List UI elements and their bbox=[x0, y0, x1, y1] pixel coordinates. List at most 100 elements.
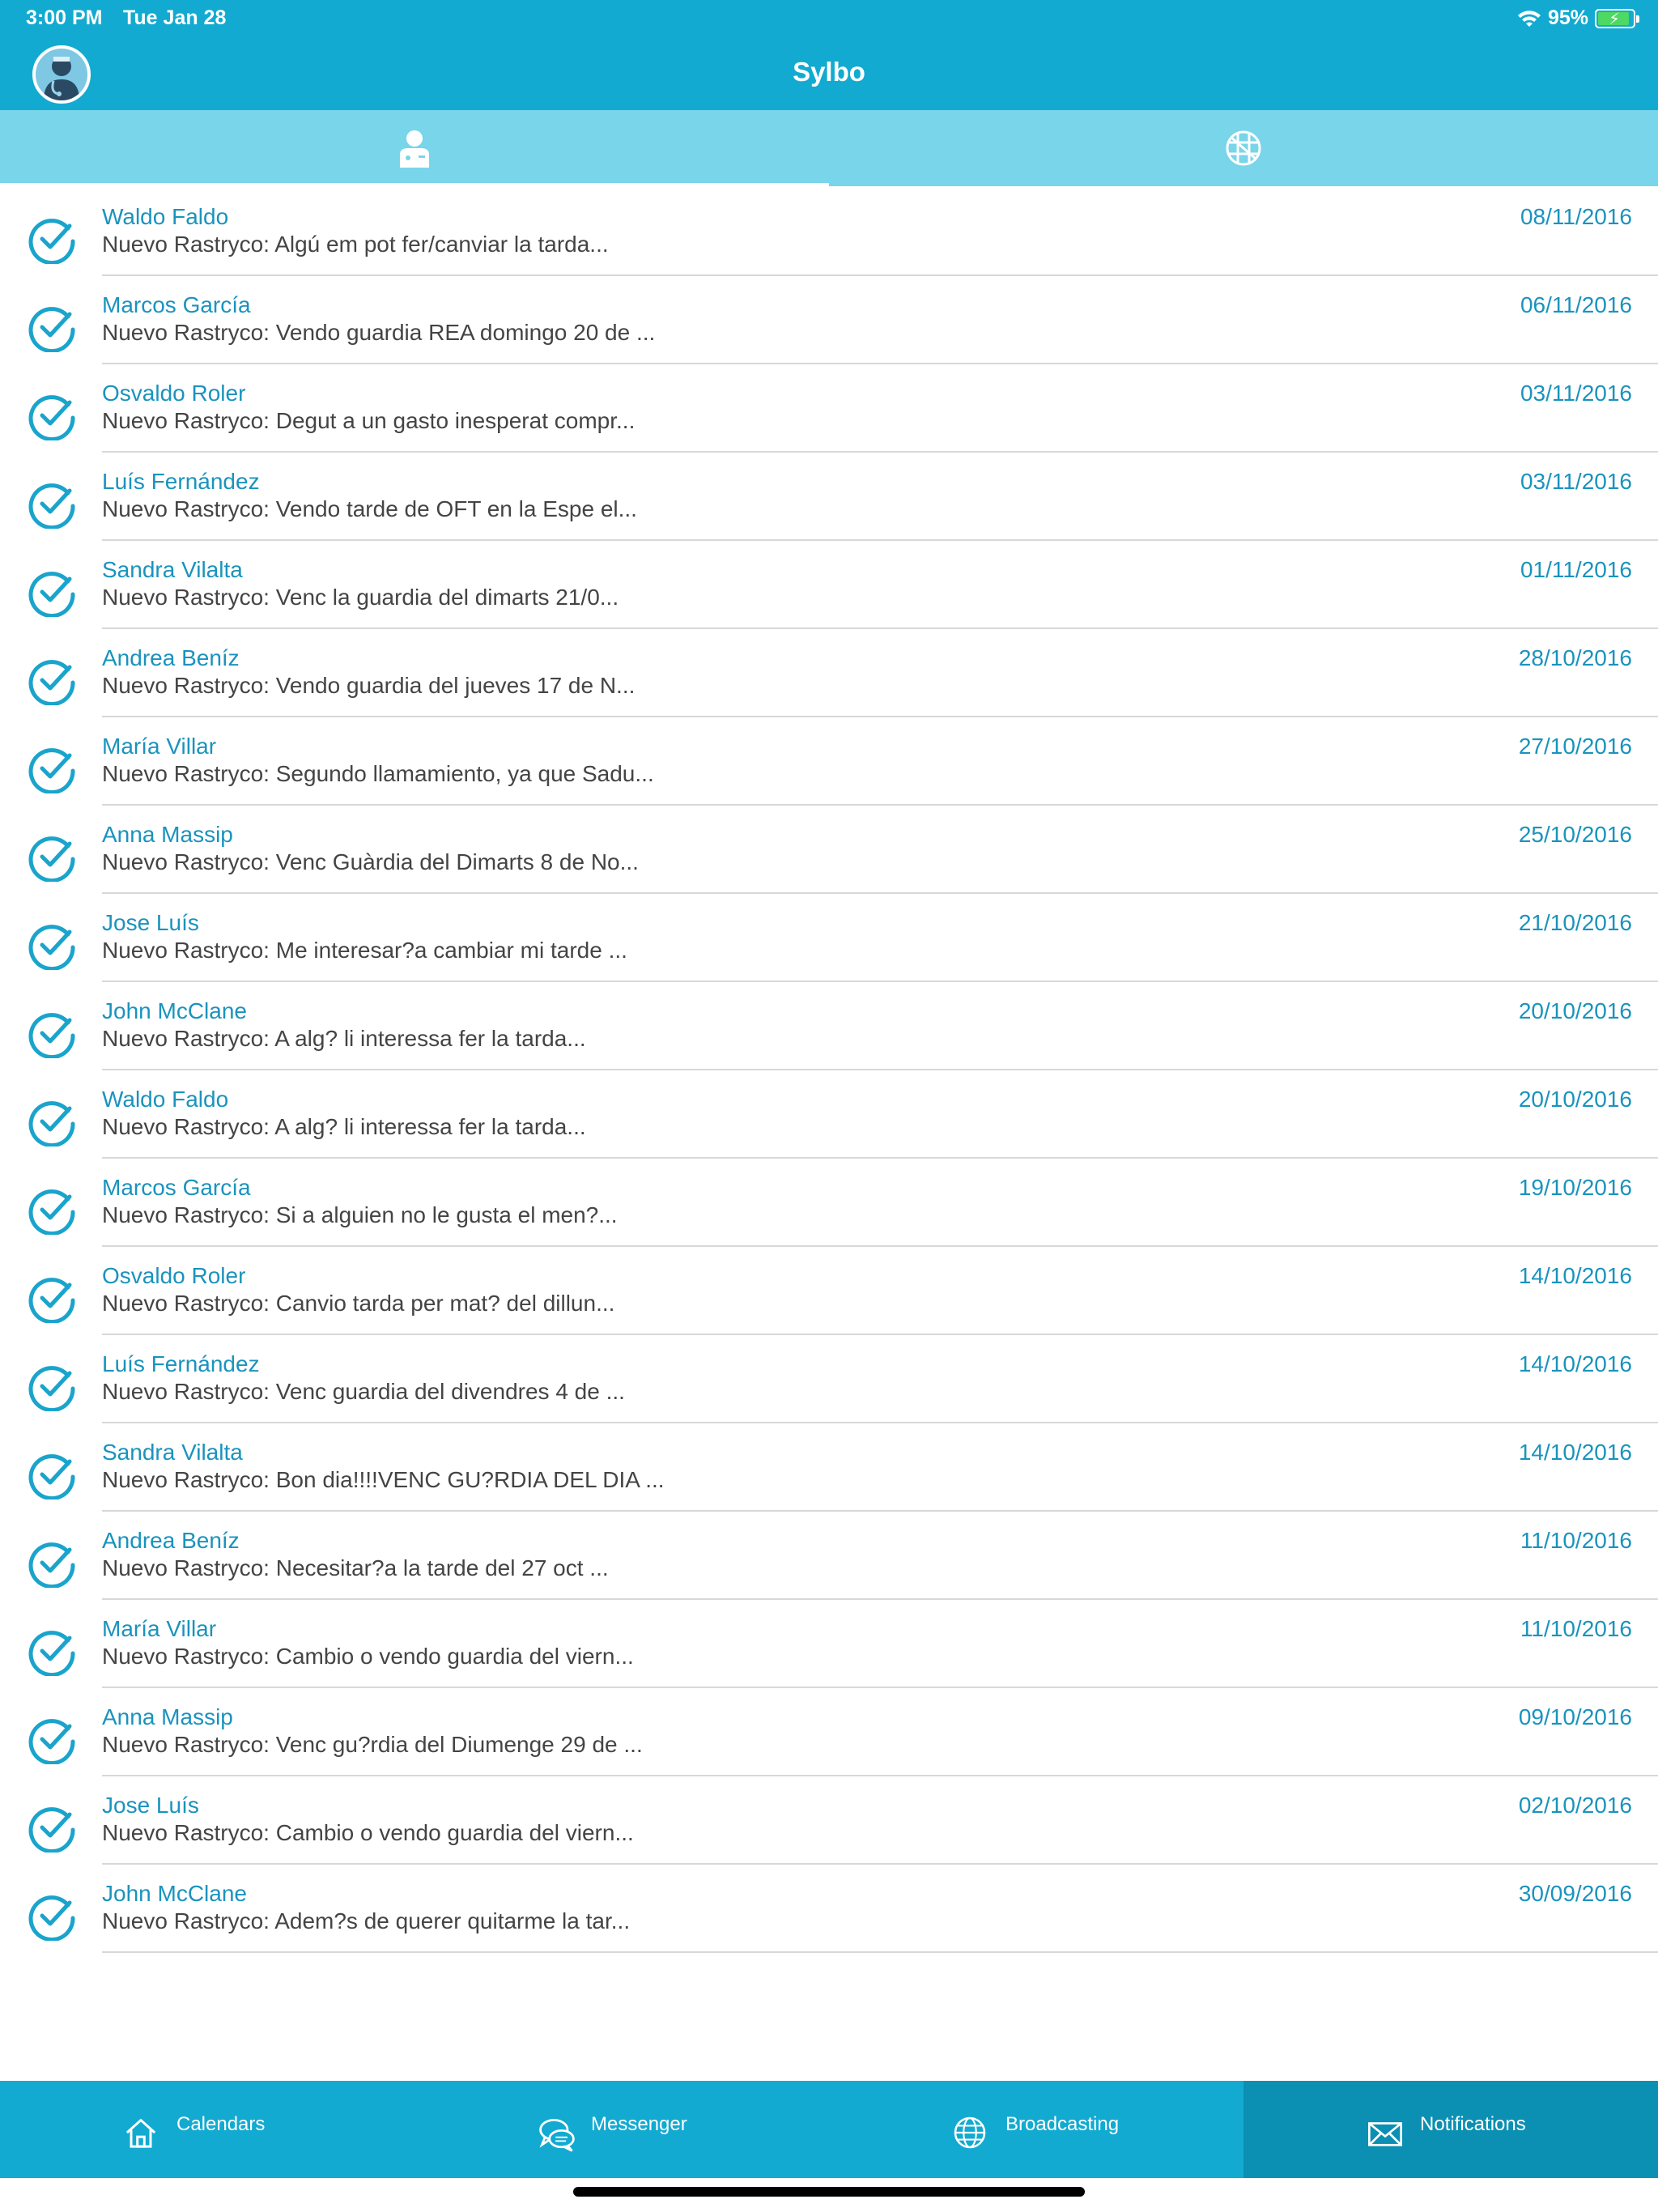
checkmark-icon bbox=[28, 1538, 78, 1589]
sender-name: Waldo Faldo bbox=[102, 204, 229, 229]
checkmark-icon bbox=[28, 1361, 78, 1413]
checkmark-icon bbox=[28, 479, 78, 530]
notification-date: 27/10/2016 bbox=[1518, 734, 1632, 759]
notification-row[interactable]: Jose Luís Nuevo Rastryco: Me interesar?a … bbox=[0, 894, 1658, 982]
notification-row[interactable]: Andrea Beníz Nuevo Rastryco: Necesitar?a … bbox=[0, 1512, 1658, 1600]
sender-name: Osvaldo Roler bbox=[102, 1263, 246, 1288]
notification-date: 08/11/2016 bbox=[1520, 204, 1632, 229]
checkmark-icon bbox=[28, 832, 78, 883]
globe-icon bbox=[950, 2113, 996, 2159]
notification-row[interactable]: María Villar Nuevo Rastryco: Segundo llam… bbox=[0, 717, 1658, 806]
notification-row[interactable]: Anna Massip Nuevo Rastryco: Venc Guàrdia … bbox=[0, 806, 1658, 894]
sender-name: Marcos García bbox=[102, 292, 251, 317]
notification-date: 30/09/2016 bbox=[1518, 1881, 1632, 1906]
message-preview: Nuevo Rastryco: Venc gu?rdia del Diumeng… bbox=[102, 1732, 643, 1757]
notification-date: 28/10/2016 bbox=[1518, 645, 1632, 670]
bottom-tab-messenger[interactable]: Messenger bbox=[414, 2081, 829, 2178]
notification-row[interactable]: Marcos García Nuevo Rastryco: Vendo guard… bbox=[0, 276, 1658, 364]
notification-date: 20/10/2016 bbox=[1518, 998, 1632, 1023]
notification-date: 25/10/2016 bbox=[1518, 822, 1632, 847]
battery-icon: ⚡ bbox=[1595, 8, 1639, 28]
bottom-tab-bar: Calendars Messenger Broadcasting Notificati… bbox=[0, 2081, 1658, 2178]
message-preview: Nuevo Rastryco: Si a alguien no le gusta… bbox=[102, 1202, 618, 1227]
checkmark-icon bbox=[28, 1802, 78, 1854]
notification-row[interactable]: Osvaldo Roler Nuevo Rastryco: Degut a un … bbox=[0, 364, 1658, 453]
sender-name: John McClane bbox=[102, 1881, 247, 1906]
sender-name: Jose Luís bbox=[102, 1793, 199, 1818]
checkmark-icon bbox=[28, 1626, 78, 1678]
chat-bubbles-icon bbox=[536, 2113, 581, 2159]
home-icon bbox=[121, 2113, 167, 2159]
sender-name: Andrea Beníz bbox=[102, 1528, 240, 1553]
segment-tabs bbox=[0, 110, 1658, 186]
sender-name: María Villar bbox=[102, 1616, 217, 1641]
message-preview: Nuevo Rastryco: Degut a un gasto inesper… bbox=[102, 408, 636, 433]
tab-global[interactable] bbox=[829, 110, 1658, 186]
sender-name: Osvaldo Roler bbox=[102, 381, 246, 406]
message-preview: Nuevo Rastryco: Me interesar?a cambiar m… bbox=[102, 938, 627, 963]
status-date: Tue Jan 28 bbox=[123, 6, 227, 29]
battery-percent: 95% bbox=[1547, 6, 1588, 29]
notification-row[interactable]: Luís Fernández Nuevo Rastryco: Vendo tard… bbox=[0, 453, 1658, 541]
message-preview: Nuevo Rastryco: Venc la guardia del dima… bbox=[102, 585, 619, 610]
message-preview: Nuevo Rastryco: Canvio tarda per mat? de… bbox=[102, 1291, 615, 1316]
bottom-tab-calendars[interactable]: Calendars bbox=[0, 2081, 414, 2178]
sender-name: Luís Fernández bbox=[102, 469, 260, 494]
notification-list: Waldo Faldo Nuevo Rastryco: Algú em pot f… bbox=[0, 188, 1658, 1953]
notification-date: 02/10/2016 bbox=[1518, 1793, 1632, 1818]
checkmark-icon bbox=[28, 1891, 78, 1942]
bottom-tab-label: Calendars bbox=[176, 2113, 266, 2135]
sender-name: Anna Massip bbox=[102, 822, 233, 847]
row-divider bbox=[102, 1951, 1658, 1953]
message-preview: Nuevo Rastryco: Segundo llamamiento, ya … bbox=[102, 761, 654, 786]
notification-row[interactable]: John McClane Nuevo Rastryco: Adem?s de qu… bbox=[0, 1865, 1658, 1953]
notification-row[interactable]: John McClane Nuevo Rastryco: A alg? li in… bbox=[0, 982, 1658, 1070]
message-preview: Nuevo Rastryco: Cambio o vendo guardia d… bbox=[102, 1644, 634, 1669]
sender-name: John McClane bbox=[102, 998, 247, 1023]
sender-name: Anna Massip bbox=[102, 1704, 233, 1729]
bottom-tab-broadcasting[interactable]: Broadcasting bbox=[829, 2081, 1244, 2178]
notification-row[interactable]: Sandra Vilalta Nuevo Rastryco: Venc la gu… bbox=[0, 541, 1658, 629]
message-preview: Nuevo Rastryco: Cambio o vendo guardia d… bbox=[102, 1820, 634, 1845]
checkmark-icon bbox=[28, 214, 78, 266]
sender-name: Andrea Beníz bbox=[102, 645, 240, 670]
message-preview: Nuevo Rastryco: A alg? li interessa fer … bbox=[102, 1026, 586, 1051]
message-preview: Nuevo Rastryco: Bon dia!!!!VENC GU?RDIA … bbox=[102, 1467, 665, 1492]
message-preview: Nuevo Rastryco: Adem?s de querer quitarm… bbox=[102, 1908, 631, 1933]
notification-row[interactable]: Luís Fernández Nuevo Rastryco: Venc guard… bbox=[0, 1335, 1658, 1423]
sender-name: Marcos García bbox=[102, 1175, 251, 1200]
notification-date: 11/10/2016 bbox=[1520, 1528, 1632, 1553]
message-preview: Nuevo Rastryco: Necesitar?a la tarde del… bbox=[102, 1555, 609, 1580]
notification-date: 21/10/2016 bbox=[1518, 910, 1632, 935]
bottom-tab-notifications[interactable]: Notifications bbox=[1244, 2081, 1658, 2178]
notification-row[interactable]: Anna Massip Nuevo Rastryco: Venc gu?rdia … bbox=[0, 1688, 1658, 1776]
notification-row[interactable]: Waldo Faldo Nuevo Rastryco: A alg? li int… bbox=[0, 1070, 1658, 1159]
status-time: 3:00 PM bbox=[26, 6, 103, 29]
bottom-tab-label: Notifications bbox=[1420, 2113, 1526, 2135]
home-indicator bbox=[573, 2187, 1085, 2197]
status-right: 95% ⚡ bbox=[1517, 6, 1639, 30]
tab-personal[interactable] bbox=[0, 110, 829, 186]
message-preview: Nuevo Rastryco: Algú em pot fer/canviar … bbox=[102, 232, 609, 257]
wifi-icon bbox=[1517, 10, 1541, 27]
checkmark-icon bbox=[28, 1185, 78, 1236]
message-preview: Nuevo Rastryco: A alg? li interessa fer … bbox=[102, 1114, 586, 1139]
sender-name: Luís Fernández bbox=[102, 1351, 260, 1376]
notification-date: 14/10/2016 bbox=[1518, 1440, 1632, 1465]
sender-name: Jose Luís bbox=[102, 910, 199, 935]
notification-row[interactable]: María Villar Nuevo Rastryco: Cambio o ven… bbox=[0, 1600, 1658, 1688]
notification-row[interactable]: Marcos García Nuevo Rastryco: Si a alguie… bbox=[0, 1159, 1658, 1247]
notification-row[interactable]: Waldo Faldo Nuevo Rastryco: Algú em pot f… bbox=[0, 188, 1658, 276]
notification-row[interactable]: Sandra Vilalta Nuevo Rastryco: Bon dia!!!… bbox=[0, 1423, 1658, 1512]
notification-date: 09/10/2016 bbox=[1518, 1704, 1632, 1729]
checkmark-icon bbox=[28, 920, 78, 972]
checkmark-icon bbox=[28, 1096, 78, 1148]
sender-name: Waldo Faldo bbox=[102, 1087, 229, 1112]
notification-row[interactable]: Jose Luís Nuevo Rastryco: Cambio o vendo … bbox=[0, 1776, 1658, 1865]
globe-grid-icon bbox=[1226, 130, 1261, 166]
doctor-icon bbox=[400, 130, 429, 168]
notification-row[interactable]: Andrea Beníz Nuevo Rastryco: Vendo guardi… bbox=[0, 629, 1658, 717]
checkmark-icon bbox=[28, 302, 78, 354]
sender-name: Sandra Vilalta bbox=[102, 557, 243, 582]
notification-row[interactable]: Osvaldo Roler Nuevo Rastryco: Canvio tard… bbox=[0, 1247, 1658, 1335]
